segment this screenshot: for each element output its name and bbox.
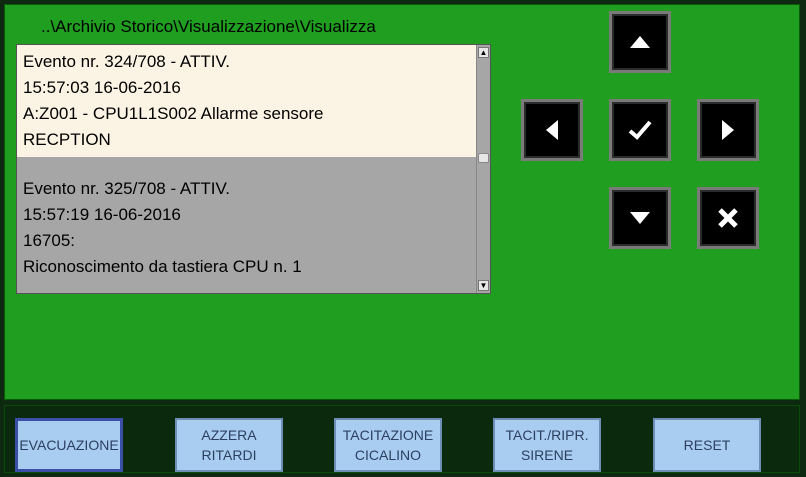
up-button[interactable]	[609, 11, 671, 73]
event-list[interactable]: Evento nr. 324/708 - ATTIV. 15:57:03 16-…	[16, 44, 491, 294]
reset-button[interactable]: RESET	[653, 418, 761, 472]
event-detail-2: RECPTION	[23, 130, 111, 149]
scroll-down-icon[interactable]: ▼	[478, 280, 489, 291]
right-arrow-icon	[722, 120, 734, 140]
event-title: Evento nr. 325/708 - ATTIV.	[23, 179, 230, 198]
silence-sirens-button[interactable]: TACIT./RIPR. SIRENE	[493, 418, 601, 472]
evacuation-button[interactable]: EVACUAZIONE	[15, 418, 123, 472]
down-arrow-icon	[630, 212, 650, 224]
checkmark-icon	[628, 120, 652, 140]
evacuation-label: EVACUAZIONE	[19, 437, 119, 453]
event-item-324[interactable]: Evento nr. 324/708 - ATTIV. 15:57:03 16-…	[17, 45, 476, 157]
cancel-button[interactable]	[697, 187, 759, 249]
silence-sirens-label: TACIT./RIPR. SIRENE	[505, 427, 589, 463]
scroll-up-icon[interactable]: ▲	[478, 47, 489, 58]
event-detail: 16705:	[23, 231, 75, 250]
main-area: ..\Archivio Storico\Visualizzazione\Visu…	[4, 4, 800, 400]
event-title: Evento nr. 324/708 - ATTIV.	[23, 52, 230, 71]
silence-buzzer-label: TACITAZIONE CICALINO	[342, 427, 434, 463]
cross-icon	[718, 208, 738, 228]
event-timestamp: 15:57:03 16-06-2016	[23, 78, 181, 97]
panel-screen: ..\Archivio Storico\Visualizzazione\Visu…	[0, 0, 806, 477]
up-arrow-icon	[630, 36, 650, 48]
scroll-thumb[interactable]	[478, 153, 489, 163]
reset-delays-label: AZZERA RITARDI	[201, 427, 257, 463]
reset-delays-button[interactable]: AZZERA RITARDI	[175, 418, 283, 472]
function-bar: EVACUAZIONE AZZERA RITARDI TACITAZIONE C…	[4, 405, 800, 473]
confirm-button[interactable]	[609, 99, 671, 161]
event-item-325[interactable]: Evento nr. 325/708 - ATTIV. 15:57:19 16-…	[17, 172, 476, 284]
left-button[interactable]	[521, 99, 583, 161]
right-button[interactable]	[697, 99, 759, 161]
event-detail-2: Riconoscimento da tastiera CPU n. 1	[23, 257, 302, 276]
left-arrow-icon	[546, 120, 558, 140]
reset-label: RESET	[683, 437, 731, 453]
event-detail: A:Z001 - CPU1L1S002 Allarme sensore	[23, 104, 324, 123]
list-scrollbar[interactable]: ▲ ▼	[476, 45, 490, 293]
event-timestamp: 15:57:19 16-06-2016	[23, 205, 181, 224]
breadcrumb: ..\Archivio Storico\Visualizzazione\Visu…	[41, 17, 376, 36]
silence-buzzer-button[interactable]: TACITAZIONE CICALINO	[334, 418, 442, 472]
down-button[interactable]	[609, 187, 671, 249]
